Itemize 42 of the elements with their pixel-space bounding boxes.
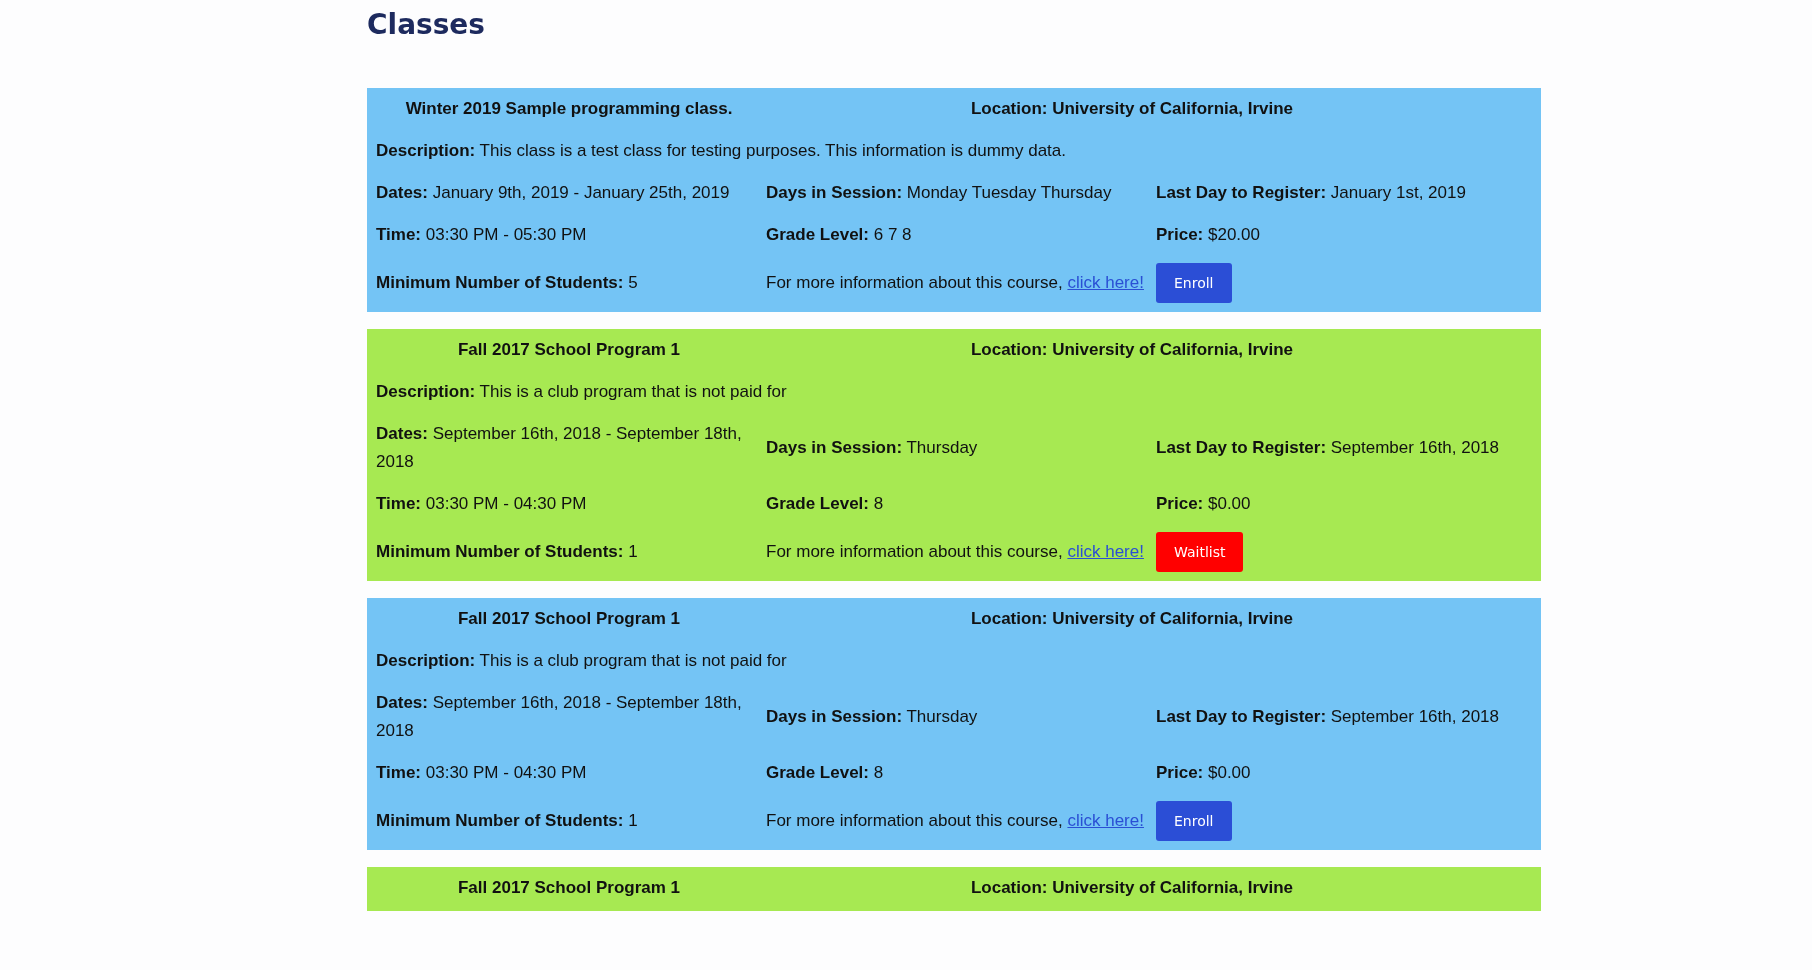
class-title: Fall 2017 School Program 1 bbox=[458, 340, 680, 360]
class-location: Location: University of California, Irvine bbox=[970, 878, 1294, 898]
class-detail: Price: $20.00 bbox=[1156, 224, 1261, 246]
waitlist-button[interactable]: Waitlist bbox=[1156, 532, 1244, 572]
class-detail: Days in Session: Thursday bbox=[766, 437, 979, 459]
class-detail: Time: 03:30 PM - 04:30 PM bbox=[376, 762, 588, 784]
class-detail: Dates: January 9th, 2019 - January 25th, 2019 bbox=[376, 182, 731, 204]
more-info-text: For more information about this course, click here! bbox=[766, 541, 1145, 563]
more-info-text: For more information about this course, click here! bbox=[766, 810, 1145, 832]
more-info-link[interactable]: click here! bbox=[1067, 273, 1144, 292]
class-detail: Dates: September 16th, 2018 - September 18th, 2018 bbox=[376, 692, 743, 742]
class-detail: Price: $0.00 bbox=[1156, 493, 1252, 515]
class-detail: Days in Session: Monday Tuesday Thursday bbox=[766, 182, 1113, 204]
more-info-link[interactable]: click here! bbox=[1067, 542, 1144, 561]
class-detail: Dates: September 16th, 2018 - September 18th, 2018 bbox=[376, 423, 743, 473]
class-title: Fall 2017 School Program 1 bbox=[458, 878, 680, 898]
class-description: Description: This class is a test class for testing purposes. This information is dummy data. bbox=[376, 140, 1068, 162]
class-detail: Minimum Number of Students: 1 bbox=[376, 810, 639, 832]
class-detail: Price: $0.00 bbox=[1156, 762, 1252, 784]
class-location: Location: University of California, Irvine bbox=[970, 340, 1294, 360]
page-heading: Classes bbox=[367, 7, 486, 43]
more-info-text: For more information about this course, click here! bbox=[766, 272, 1145, 294]
class-detail: Grade Level: 6 7 8 bbox=[766, 224, 913, 246]
enroll-button[interactable]: Enroll bbox=[1156, 801, 1232, 841]
class-detail: Last Day to Register: September 16th, 2018 bbox=[1156, 706, 1500, 728]
class-detail: Minimum Number of Students: 5 bbox=[376, 272, 639, 294]
class-detail: Grade Level: 8 bbox=[766, 762, 885, 784]
class-description: Description: This is a club program that is not paid for bbox=[376, 650, 788, 672]
class-location: Location: University of California, Irvine bbox=[970, 99, 1294, 119]
class-detail: Time: 03:30 PM - 05:30 PM bbox=[376, 224, 588, 246]
class-detail: Days in Session: Thursday bbox=[766, 706, 979, 728]
class-detail: Grade Level: 8 bbox=[766, 493, 885, 515]
class-title: Fall 2017 School Program 1 bbox=[458, 609, 680, 629]
class-description: Description: This is a club program that is not paid for bbox=[376, 381, 788, 403]
class-detail: Last Day to Register: January 1st, 2019 bbox=[1156, 182, 1467, 204]
enroll-button[interactable]: Enroll bbox=[1156, 263, 1232, 303]
class-detail: Time: 03:30 PM - 04:30 PM bbox=[376, 493, 588, 515]
class-title: Winter 2019 Sample programming class. bbox=[405, 99, 733, 119]
class-detail: Minimum Number of Students: 1 bbox=[376, 541, 639, 563]
class-location: Location: University of California, Irvine bbox=[970, 609, 1294, 629]
class-detail: Last Day to Register: September 16th, 2018 bbox=[1156, 437, 1500, 459]
more-info-link[interactable]: click here! bbox=[1067, 811, 1144, 830]
